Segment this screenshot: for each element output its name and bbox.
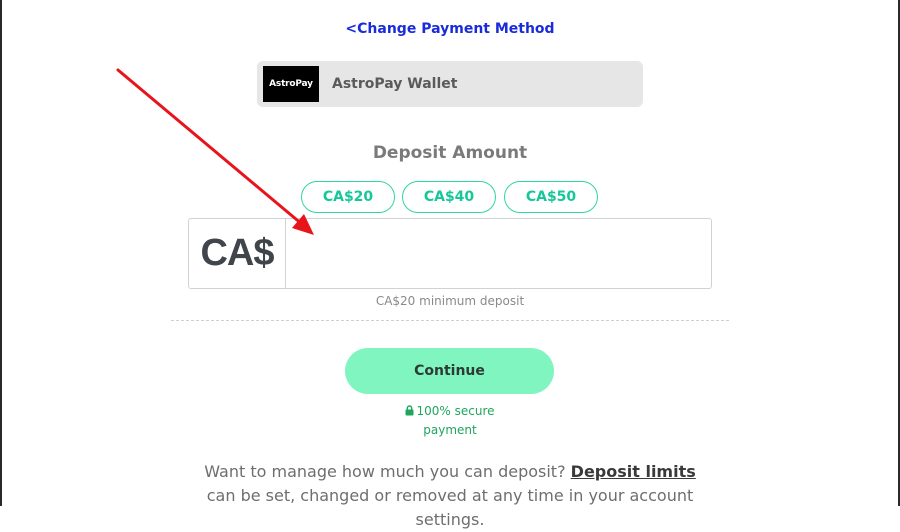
continue-button[interactable]: Continue [345,348,554,394]
deposit-amount-title: Deposit Amount [372,143,528,163]
deposit-limits-info: Want to manage how much you can deposit?… [190,460,710,532]
change-payment-method-label: Change Payment Method [357,21,555,37]
secure-line-1: 100% secure [416,404,495,418]
preset-amount-button[interactable]: CA$50 [504,181,598,213]
secure-payment-notice: 100% secure payment [0,402,900,439]
secure-line-2: payment [423,423,477,437]
deposit-limits-link[interactable]: Deposit limits [571,462,696,481]
preset-amount-button[interactable]: CA$20 [301,181,395,213]
change-payment-method-link[interactable]: <Change Payment Method [0,21,900,37]
minimum-deposit-note: CA$20 minimum deposit [375,294,525,308]
dashed-divider [171,320,729,321]
lock-icon [405,403,414,421]
amount-input[interactable] [286,219,711,288]
currency-symbol: CA$ [189,219,286,288]
selected-payment-method: AstroPay AstroPay Wallet [257,61,643,107]
astropay-logo: AstroPay [263,66,319,102]
preset-amount-button[interactable]: CA$40 [402,181,496,213]
amount-field: CA$ [188,218,712,289]
chevron-left-icon: < [345,21,358,37]
limits-suffix: can be set, changed or removed at any ti… [206,486,694,529]
payment-method-name: AstroPay Wallet [332,76,458,92]
limits-prefix: Want to manage how much you can deposit? [204,462,571,481]
